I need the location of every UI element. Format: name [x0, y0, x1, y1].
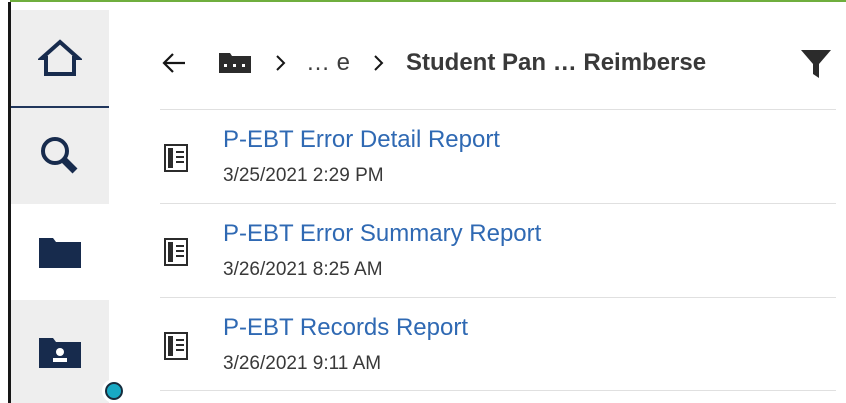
user-folder-icon: [39, 337, 81, 368]
home-icon: [38, 39, 82, 76]
arrow-left-icon: [162, 53, 185, 73]
report-icon: [164, 144, 188, 172]
sidebar-item-home[interactable]: [11, 10, 109, 108]
filter-button[interactable]: [800, 48, 832, 80]
report-icon: [164, 332, 188, 360]
report-title-link[interactable]: P-EBT Records Report: [223, 314, 468, 342]
sidebar-item-search[interactable]: [11, 108, 109, 204]
chevron-right-icon: [274, 53, 288, 73]
breadcrumb-root-folder[interactable]: [218, 49, 252, 77]
breadcrumb-item-middle[interactable]: … e: [306, 49, 350, 77]
report-list: P-EBT Error Detail Report 3/25/2021 2:29…: [160, 109, 836, 391]
sidebar-item-my-content[interactable]: [11, 300, 109, 403]
sidebar-item-content[interactable]: [11, 204, 109, 300]
filter-icon: [801, 50, 831, 78]
report-icon: [164, 238, 188, 266]
report-title-link[interactable]: P-EBT Error Summary Report: [223, 220, 541, 248]
list-item[interactable]: P-EBT Records Report 3/26/2021 9:11 AM: [160, 297, 836, 391]
report-date: 3/25/2021 2:29 PM: [223, 165, 384, 186]
report-date: 3/26/2021 8:25 AM: [223, 259, 383, 280]
report-title-link[interactable]: P-EBT Error Detail Report: [223, 126, 500, 154]
search-icon: [41, 137, 78, 174]
folder-icon: [219, 53, 251, 73]
sidebar: [11, 2, 126, 403]
report-date: 3/26/2021 9:11 AM: [223, 353, 382, 374]
notification-indicator[interactable]: [102, 379, 126, 403]
top-accent-line: [0, 0, 846, 2]
back-button[interactable]: [160, 49, 188, 77]
chevron-right-icon: [372, 53, 386, 73]
list-item[interactable]: P-EBT Error Detail Report 3/25/2021 2:29…: [160, 109, 836, 203]
folder-icon: [39, 238, 81, 268]
list-item[interactable]: P-EBT Error Summary Report 3/26/2021 8:2…: [160, 203, 836, 297]
breadcrumb-current: Student Pan … Reimberse: [406, 49, 707, 76]
breadcrumb: … e Student Pan … Reimberse: [160, 40, 840, 86]
